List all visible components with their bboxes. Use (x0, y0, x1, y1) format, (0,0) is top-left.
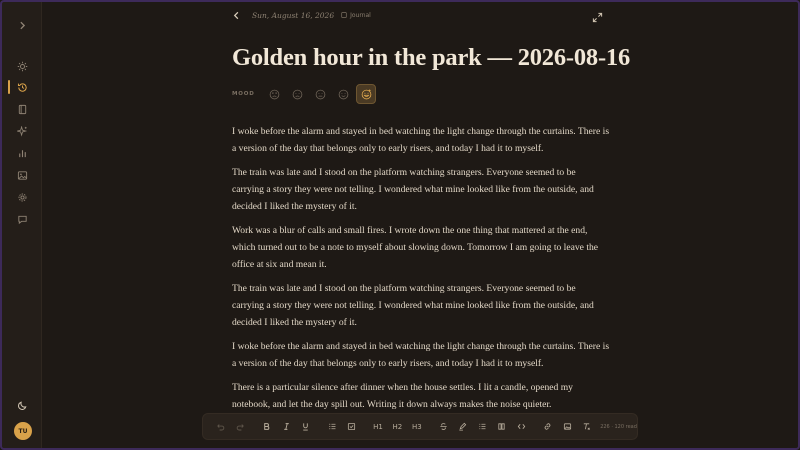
bar-chart-icon[interactable] (13, 144, 31, 162)
image-icon[interactable] (13, 166, 31, 184)
mood-label: MOOD (232, 91, 255, 97)
entry-body[interactable]: I woke before the alarm and stayed in be… (232, 124, 610, 421)
paragraph: The train was late and I stood on the pl… (232, 167, 594, 212)
mood-great-icon[interactable] (356, 84, 376, 104)
insert-image-icon[interactable] (557, 418, 576, 436)
undo-icon[interactable] (211, 418, 230, 436)
entry-title[interactable]: Golden hour in the park — 2026-08-16 (232, 44, 632, 72)
book-icon[interactable] (13, 100, 31, 118)
formatting-toolbar: H1 H2 H3 226 · 120 read (202, 413, 638, 440)
fullscreen-icon[interactable] (592, 8, 604, 23)
notebook-icon (341, 12, 347, 18)
heading-2-button[interactable]: H2 (388, 418, 407, 436)
paragraph: There is a particular silence after dinn… (232, 382, 573, 411)
active-indicator (8, 80, 10, 94)
paragraph: The train was late and I stood on the pl… (232, 283, 594, 328)
numbered-list-icon[interactable] (473, 418, 492, 436)
entry-header: Sun, August 16, 2026 Journal (232, 6, 612, 24)
history-icon[interactable] (13, 78, 31, 96)
sidebar: TU (2, 2, 42, 448)
heading-1-button[interactable]: H1 (368, 418, 387, 436)
redo-icon[interactable] (230, 418, 249, 436)
mood-good-icon[interactable] (333, 84, 353, 104)
entry-date: Sun, August 16, 2026 (252, 10, 335, 20)
bold-icon[interactable] (257, 418, 276, 436)
moon-icon[interactable] (13, 396, 31, 414)
underline-icon[interactable] (296, 418, 315, 436)
expand-sidebar-icon[interactable] (13, 16, 31, 34)
highlight-icon[interactable] (453, 418, 472, 436)
mood-selector: MOOD (232, 84, 379, 104)
heading-3-button[interactable]: H3 (407, 418, 426, 436)
clear-format-icon[interactable] (577, 418, 596, 436)
gear-icon[interactable] (13, 188, 31, 206)
sparkle-icon[interactable] (13, 122, 31, 140)
mood-neutral-icon[interactable] (310, 84, 330, 104)
mood-awful-icon[interactable] (264, 84, 284, 104)
italic-icon[interactable] (276, 418, 295, 436)
chat-icon[interactable] (13, 210, 31, 228)
word-count: 226 · 120 read (600, 423, 637, 430)
bullet-list-icon[interactable] (322, 418, 341, 436)
paragraph: Work was a blur of calls and small fires… (232, 225, 599, 270)
mood-sad-icon[interactable] (287, 84, 307, 104)
back-arrow-icon[interactable] (232, 8, 244, 22)
journal-tag-label: Journal (350, 11, 371, 19)
quote-icon[interactable] (492, 418, 511, 436)
strikethrough-icon[interactable] (434, 418, 453, 436)
code-icon[interactable] (511, 418, 530, 436)
link-icon[interactable] (538, 418, 557, 436)
paragraph: I woke before the alarm and stayed in be… (232, 126, 610, 154)
paragraph: I woke before the alarm and stayed in be… (232, 341, 610, 370)
sun-icon[interactable] (13, 57, 31, 75)
checklist-icon[interactable] (342, 418, 361, 436)
avatar[interactable]: TU (14, 422, 32, 440)
journal-tag[interactable]: Journal (341, 12, 371, 19)
